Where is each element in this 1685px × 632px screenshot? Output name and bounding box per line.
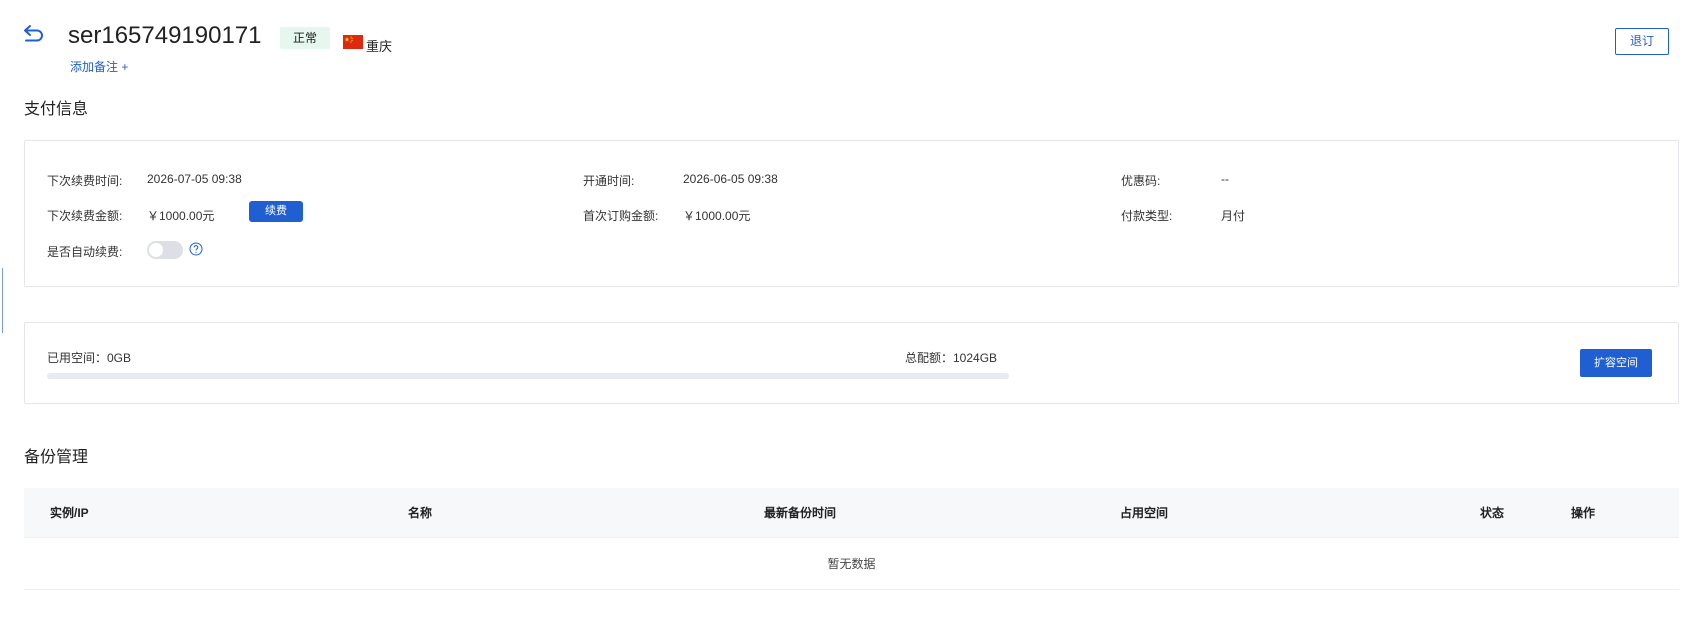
first-order-amount-label: 首次订购金额:	[583, 209, 659, 223]
status-badge: 正常	[280, 27, 331, 49]
backup-table-empty: 暂无数据	[24, 538, 1679, 590]
back-arrow-icon[interactable]	[22, 22, 46, 44]
column-actions: 操作	[1571, 506, 1596, 520]
open-time-label: 开通时间:	[583, 174, 635, 188]
backup-table-header: 实例/IP 名称 最新备份时间 占用空间 状态 操作	[24, 488, 1679, 538]
payment-info-card: 下次续费时间: 2026-07-05 09:38 开通时间: 2026-06-0…	[24, 140, 1679, 287]
expand-space-button[interactable]: 扩容空间	[1580, 349, 1652, 377]
next-renew-time-value: 2026-07-05 09:38	[147, 172, 242, 186]
auto-renew-toggle[interactable]	[147, 241, 183, 259]
china-flag-icon	[343, 35, 363, 49]
column-name: 名称	[408, 506, 433, 520]
left-edge-indicator	[2, 268, 3, 333]
storage-usage-bar	[47, 373, 1009, 379]
column-used-space: 占用空间	[1120, 506, 1169, 520]
column-instance-ip: 实例/IP	[50, 506, 89, 520]
used-space-label: 已用空间：0GB	[47, 351, 132, 365]
region-label: 重庆	[366, 39, 393, 54]
payment-section-title: 支付信息	[24, 101, 89, 118]
auto-renew-label: 是否自动续费:	[47, 245, 123, 259]
add-note-link[interactable]: 添加备注 +	[70, 58, 128, 75]
column-status: 状态	[1480, 506, 1505, 520]
renew-button[interactable]: 续费	[249, 201, 303, 222]
storage-card: 已用空间：0GB 总配额：1024GB 扩容空间	[24, 322, 1679, 404]
coupon-value: --	[1221, 172, 1229, 186]
payment-type-label: 付款类型:	[1121, 209, 1173, 223]
total-quota-label: 总配额：1024GB	[905, 351, 998, 365]
coupon-label: 优惠码:	[1121, 174, 1161, 188]
help-icon[interactable]	[189, 242, 203, 256]
payment-type-value: 月付	[1221, 209, 1246, 223]
backup-section-title: 备份管理	[24, 449, 89, 466]
column-latest-backup-time: 最新备份时间	[764, 506, 837, 520]
next-renew-amount-label: 下次续费金额:	[47, 209, 123, 223]
refund-button[interactable]: 退订	[1615, 28, 1669, 55]
server-id-title: ser165749190171	[68, 22, 262, 49]
next-renew-amount-value: ￥1000.00元	[147, 209, 215, 223]
open-time-value: 2026-06-05 09:38	[683, 172, 778, 186]
backup-table: 实例/IP 名称 最新备份时间 占用空间 状态 操作 暂无数据	[24, 488, 1679, 590]
next-renew-time-label: 下次续费时间:	[47, 174, 123, 188]
first-order-amount-value: ￥1000.00元	[683, 209, 751, 223]
